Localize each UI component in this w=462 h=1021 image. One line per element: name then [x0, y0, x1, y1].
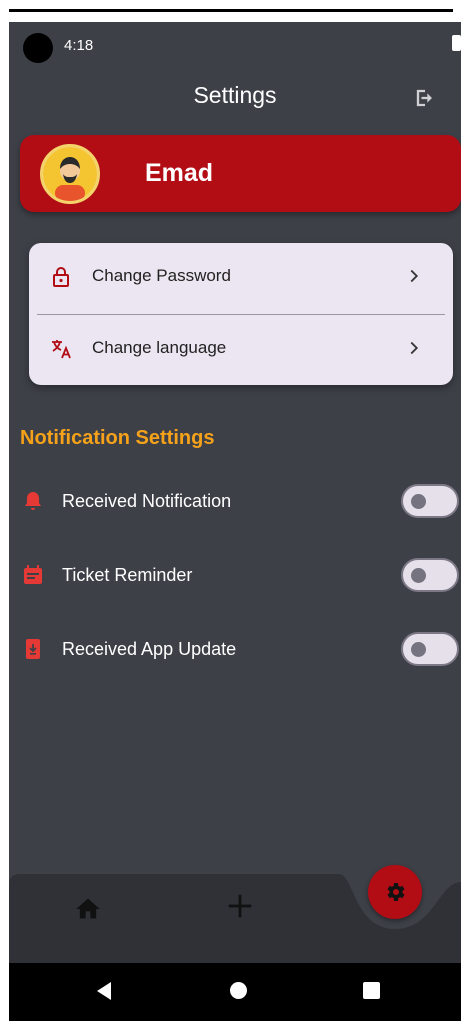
- frame-top: [0, 0, 462, 22]
- ticket-reminder-row: Ticket Reminder: [9, 551, 461, 601]
- received-notification-label: Received Notification: [62, 491, 232, 511]
- notification-settings-title: Notification Settings: [20, 427, 215, 449]
- avatar: [40, 144, 100, 204]
- received-app-update-label: Received App Update: [62, 639, 237, 659]
- lock-icon: [53, 267, 69, 287]
- bell-icon: [25, 492, 41, 510]
- camera-cutout: [23, 33, 53, 63]
- profile-name: Emad: [145, 159, 214, 187]
- received-notification-toggle[interactable]: [401, 484, 459, 518]
- home-icon[interactable]: [74, 895, 102, 923]
- system-navigation-bar: [9, 963, 461, 1021]
- logout-icon[interactable]: [411, 84, 439, 112]
- status-time: 4:18: [64, 37, 94, 54]
- recents-icon[interactable]: [363, 982, 380, 999]
- received-app-update-toggle[interactable]: [401, 632, 459, 666]
- settings-icon: [387, 883, 405, 901]
- status-bar: 4:18: [9, 22, 461, 72]
- change-language-label: Change language: [92, 338, 227, 357]
- received-app-update-row: Received App Update: [9, 625, 461, 675]
- phone-download-icon: [26, 639, 40, 659]
- account-settings-card: Change Password Change language: [29, 243, 453, 385]
- toggle-knob: [411, 568, 426, 583]
- chevron-right-icon: [410, 341, 419, 355]
- ticket-reminder-label: Ticket Reminder: [62, 565, 193, 585]
- toggle-knob: [411, 494, 426, 509]
- battery-icon: [452, 35, 461, 51]
- translate-icon: [52, 340, 71, 359]
- received-notification-row: Received Notification: [9, 477, 461, 527]
- change-language-item[interactable]: Change language: [29, 315, 453, 385]
- chevron-right-icon: [410, 269, 419, 283]
- ticket-reminder-toggle[interactable]: [401, 558, 459, 592]
- toggle-knob: [411, 642, 426, 657]
- profile-card[interactable]: Emad: [20, 135, 461, 212]
- phone-screen: 4:18 Settings Emad Change Password Chang…: [9, 22, 461, 1021]
- home-circle-icon[interactable]: [230, 982, 247, 999]
- page-title: Settings: [193, 82, 277, 108]
- add-icon[interactable]: [225, 891, 255, 921]
- settings-nav-button[interactable]: [368, 865, 422, 919]
- frame-rule: [9, 9, 453, 12]
- change-password-label: Change Password: [92, 266, 231, 285]
- calendar-icon: [24, 565, 42, 584]
- change-password-item[interactable]: Change Password: [29, 243, 453, 313]
- back-icon[interactable]: [97, 982, 111, 1000]
